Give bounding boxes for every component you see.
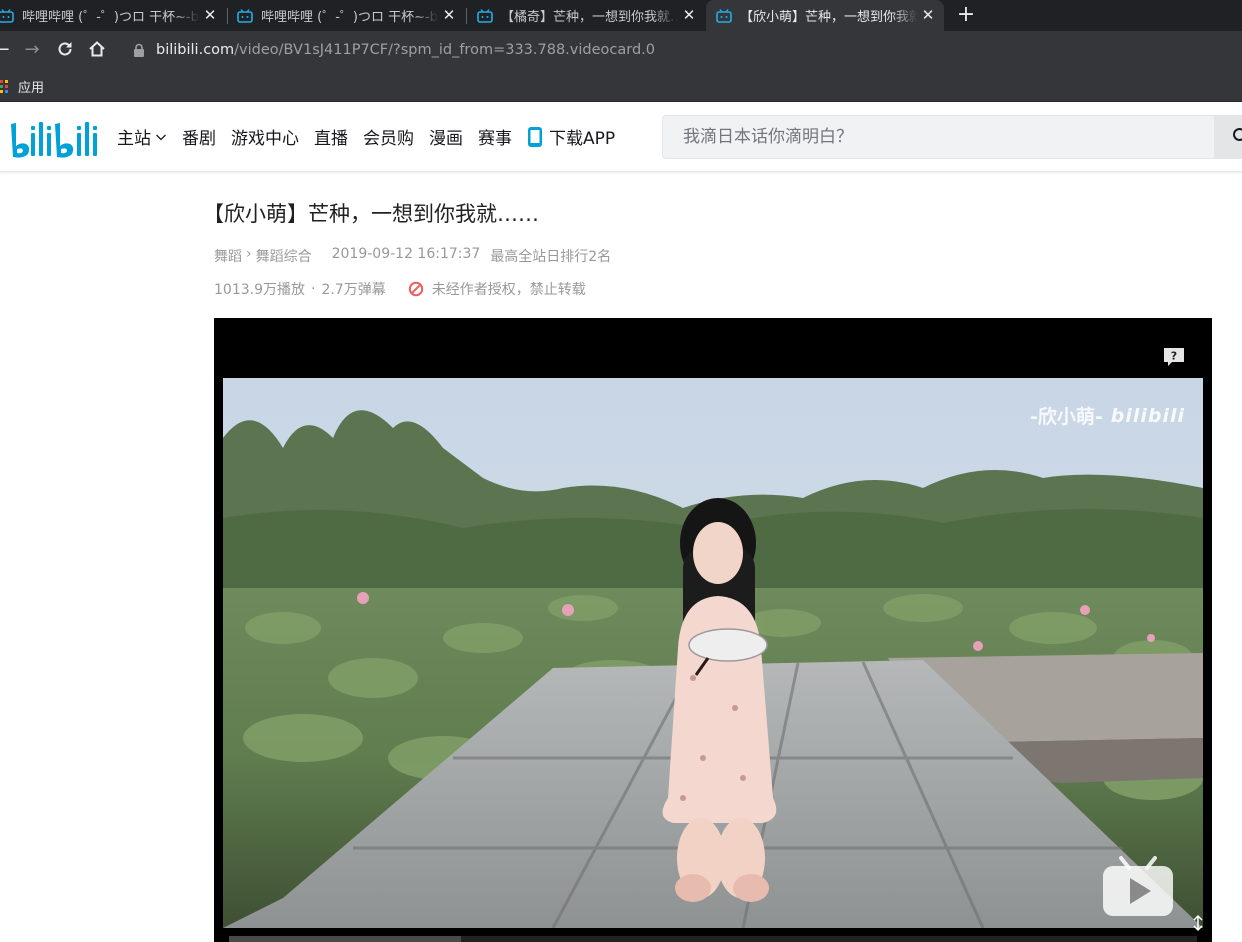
nav-item-main-site[interactable]: 主站: [117, 124, 167, 149]
watermark-logo: bilibili: [1110, 404, 1185, 427]
view-count: 1013.9万播放: [214, 282, 305, 298]
play-icon[interactable]: [1101, 856, 1175, 918]
browser-toolbar: ← → bilibili.com/video/BV1sJ411P7CF/?spm…: [0, 31, 1242, 69]
video-meta: 舞蹈 › 舞蹈综合 2019-09-12 16:17:37 最高全站日排行2名: [214, 246, 611, 266]
new-tab-button[interactable]: +: [954, 4, 978, 28]
chevron-down-icon: [156, 134, 166, 140]
browser-tab-bar: 哔哩哔哩 (゜-゜)つロ 干杯~-bilibili ✕ 哔哩哔哩 (゜-゜)つロ…: [0, 0, 1242, 31]
video-frame[interactable]: -欣小萌- bilibili: [223, 378, 1203, 928]
watermark-name: -欣小萌-: [1029, 406, 1103, 428]
browser-tab[interactable]: 哔哩哔哩 (゜-゜)つロ 干杯~-bilibili ✕: [0, 0, 226, 31]
main-nav: 主站 番剧 游戏中心 直播 会员购 漫画 赛事 下载APP: [117, 124, 630, 149]
close-tab-icon[interactable]: ✕: [920, 7, 936, 23]
breadcrumb-subcategory[interactable]: 舞蹈综合: [256, 246, 312, 266]
phone-icon: [528, 126, 542, 147]
close-tab-icon[interactable]: ✕: [202, 7, 218, 23]
search-icon: [1233, 128, 1242, 141]
progress-fill: [229, 936, 462, 942]
search-input[interactable]: [663, 116, 1203, 158]
browser-tab[interactable]: 【橘奇】芒种，一想到你我就…… ✕: [477, 0, 705, 31]
home-icon[interactable]: [87, 40, 107, 60]
publish-date: 2019-09-12 16:17:37: [331, 246, 481, 262]
nav-item-live[interactable]: 直播: [314, 124, 348, 149]
site-header: 主站 番剧 游戏中心 直播 会员购 漫画 赛事 下载APP: [0, 102, 1242, 172]
video-title: 【欣小萌】芒种，一想到你我就……: [203, 202, 539, 226]
address-bar[interactable]: bilibili.com/video/BV1sJ411P7CF/?spm_id_…: [128, 35, 1238, 65]
tab-title: 【欣小萌】芒种，一想到你我就……: [740, 10, 918, 25]
nav-item-download-app[interactable]: 下载APP: [527, 124, 615, 149]
nav-item-anime[interactable]: 番剧: [182, 124, 216, 149]
copyright-notice: 未经作者授权，禁止转载: [431, 282, 586, 298]
nav-label: 主站: [117, 129, 151, 149]
video-player[interactable]: ? -欣小萌- bilibili: [214, 318, 1212, 942]
back-arrow-icon[interactable]: ←: [0, 40, 12, 60]
lock-icon: [134, 43, 144, 57]
video-stats: 1013.9万播放 · 2.7万弹幕 未经作者授权，禁止转载: [214, 281, 586, 298]
close-tab-icon[interactable]: ✕: [441, 7, 457, 23]
search-box: [662, 115, 1222, 159]
close-tab-icon[interactable]: ✕: [681, 7, 697, 23]
svg-text:?: ?: [1171, 350, 1177, 363]
url-host: bilibili.com: [156, 42, 235, 58]
bookmarks-bar: 应用: [0, 69, 1242, 102]
help-icon[interactable]: ?: [1163, 347, 1185, 367]
breadcrumb-category[interactable]: 舞蹈: [214, 246, 242, 266]
nav-item-game-center[interactable]: 游戏中心: [231, 124, 299, 149]
bilibili-logo[interactable]: [9, 116, 99, 160]
reload-icon[interactable]: [55, 40, 75, 60]
browser-tab-active[interactable]: 【欣小萌】芒种，一想到你我就…… ✕: [706, 0, 944, 31]
bilibili-tv-icon: [716, 8, 732, 23]
nav-label: 下载APP: [549, 129, 616, 149]
bilibili-tv-icon: [237, 8, 253, 23]
tab-divider: [227, 8, 228, 24]
danmaku-count: 2.7万弹幕: [321, 282, 386, 298]
tab-title: 【橘奇】芒种，一想到你我就……: [501, 10, 679, 25]
bilibili-tv-icon: [477, 8, 493, 23]
nav-item-manga[interactable]: 漫画: [429, 124, 463, 149]
tab-title: 哔哩哔哩 (゜-゜)つロ 干杯~-bilibili: [22, 10, 200, 25]
nav-item-member-shop[interactable]: 会员购: [363, 124, 414, 149]
bilibili-tv-icon: [0, 8, 14, 23]
tab-divider: [466, 8, 467, 24]
nav-item-esports[interactable]: 赛事: [478, 124, 512, 149]
apps-grid-icon: [0, 79, 8, 93]
browser-tab[interactable]: 哔哩哔哩 (゜-゜)つロ 干杯~-bilibili ✕: [237, 0, 465, 31]
apps-bookmark[interactable]: 应用: [0, 77, 44, 96]
video-frame-image: [223, 378, 1203, 928]
video-watermark: -欣小萌- bilibili: [1030, 402, 1185, 429]
rank-info[interactable]: 最高全站日排行2名: [490, 246, 611, 266]
progress-bar[interactable]: [229, 936, 1197, 942]
tab-title: 哔哩哔哩 (゜-゜)つロ 干杯~-bilibili: [261, 10, 439, 25]
apps-label: 应用: [18, 81, 45, 96]
resize-handle-icon[interactable]: [1189, 914, 1207, 932]
chevron-right-icon: ›: [246, 246, 252, 262]
search-button[interactable]: [1214, 115, 1242, 159]
no-repost-icon: [408, 281, 423, 297]
url-path: /video/BV1sJ411P7CF/?spm_id_from=333.788…: [234, 42, 656, 58]
forward-arrow-icon[interactable]: →: [22, 40, 42, 60]
